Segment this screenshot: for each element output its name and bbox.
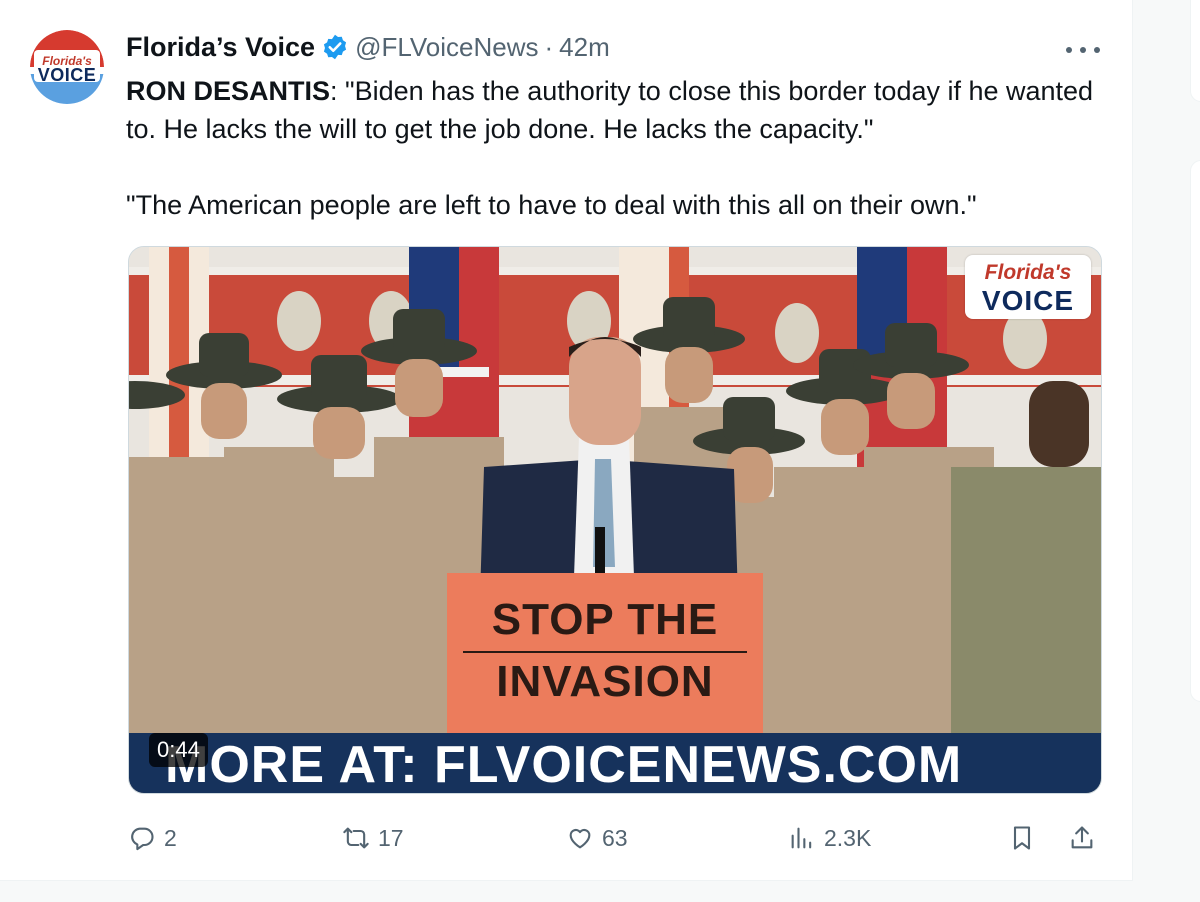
avatar-logo-line2: VOICE bbox=[37, 65, 97, 85]
views-count: 2.3K bbox=[824, 824, 872, 851]
reply-icon bbox=[131, 827, 154, 851]
podium-sign-line2: INVASION bbox=[496, 657, 714, 706]
tweet-text: RON DESANTIS: "Biden has the authority t… bbox=[126, 72, 1106, 224]
share-icon bbox=[1071, 826, 1093, 849]
like-count: 63 bbox=[602, 824, 628, 851]
share-button[interactable] bbox=[1068, 818, 1104, 858]
sidebar-card bbox=[1190, 160, 1200, 702]
tweet-header: Florida’s Voice @FLVoiceNews · 42m bbox=[126, 30, 610, 64]
bookmark-icon bbox=[1013, 826, 1031, 850]
tweet-paragraph-1: RON DESANTIS: "Biden has the authority t… bbox=[126, 72, 1106, 148]
video-logo: Florida's VOICE bbox=[965, 255, 1091, 319]
video-banner-text: MORE AT: FLVOICENEWS.COM bbox=[165, 736, 963, 794]
repost-button[interactable]: 17 bbox=[342, 818, 404, 858]
header-separator: · bbox=[544, 31, 554, 62]
author-handle[interactable]: @FLVoiceNews bbox=[355, 32, 538, 63]
video-banner: MORE AT: FLVOICENEWS.COM bbox=[129, 733, 1101, 793]
repost-count: 17 bbox=[378, 824, 404, 851]
reply-count: 2 bbox=[164, 824, 177, 851]
repost-icon bbox=[343, 827, 369, 849]
verified-badge-icon bbox=[323, 34, 347, 60]
right-sidebar bbox=[1134, 0, 1200, 902]
video-duration: 0:44 bbox=[149, 733, 208, 767]
podium-sign-line1: STOP THE bbox=[491, 595, 719, 644]
podium-sign: STOP THE INVASION bbox=[447, 573, 763, 733]
tweet-paragraph-2: "The American people are left to have to… bbox=[126, 190, 977, 220]
sidebar-card bbox=[1190, 0, 1200, 102]
more-icon[interactable] bbox=[1066, 40, 1100, 60]
video-player[interactable]: Florida's VOICE STOP THE INVASION MORE A… bbox=[128, 246, 1102, 794]
video-logo-line2: VOICE bbox=[981, 285, 1075, 316]
heart-icon bbox=[569, 828, 591, 849]
author-name[interactable]: Florida’s Voice bbox=[126, 32, 315, 63]
tweet-timestamp[interactable]: 42m bbox=[559, 32, 610, 63]
avatar[interactable]: Florida's VOICE bbox=[30, 30, 104, 104]
action-bar: 2 17 63 2.3K bbox=[128, 818, 1100, 858]
video-logo-line1: Florida's bbox=[984, 261, 1072, 284]
bookmark-button[interactable] bbox=[1008, 818, 1044, 858]
views-icon bbox=[791, 827, 812, 849]
podium-sign-rule bbox=[463, 651, 747, 653]
tweet-card[interactable]: Florida's VOICE Florida’s Voice @FLVoice… bbox=[0, 0, 1133, 881]
quoted-speaker: RON DESANTIS bbox=[126, 76, 331, 106]
reply-button[interactable]: 2 bbox=[128, 818, 177, 858]
views-button[interactable]: 2.3K bbox=[788, 818, 871, 858]
like-button[interactable]: 63 bbox=[566, 818, 628, 858]
